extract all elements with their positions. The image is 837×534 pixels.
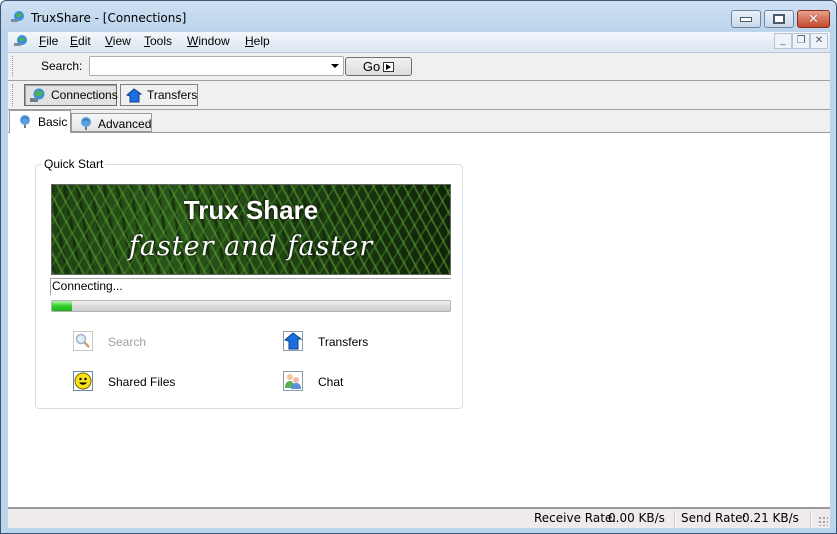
- banner-image: Trux Share faster and faster: [51, 184, 451, 275]
- quick-start-title: Quick Start: [42, 157, 106, 171]
- connection-progress-bar: [51, 300, 451, 312]
- progress-fill: [52, 301, 72, 311]
- search-combobox[interactable]: [89, 56, 344, 76]
- quick-search-action[interactable]: Search: [73, 331, 213, 353]
- send-rate-value: 0.21 KB/s: [742, 511, 799, 525]
- menu-bar: File Edit View Tools Window Help _ ❐ ✕: [8, 32, 830, 53]
- menu-file-rest: ile: [46, 34, 59, 48]
- window-title: TruxShare - [Connections]: [31, 11, 187, 25]
- connection-status: Connecting...: [50, 278, 451, 295]
- search-label: Search:: [41, 59, 83, 73]
- banner-subtitle: faster and faster: [128, 231, 374, 262]
- menu-view-rest: iew: [112, 34, 131, 48]
- tab-basic[interactable]: Basic: [9, 110, 71, 133]
- restore-icon: ❐: [796, 35, 806, 46]
- menu-help[interactable]: Help: [245, 34, 270, 48]
- network-globe-icon: [20, 115, 30, 128]
- status-bar: Receive Rate: 0.00 KB/s Send Rate: 0.21 …: [8, 507, 830, 528]
- mdi-close-button[interactable]: ✕: [810, 33, 828, 49]
- close-icon: ✕: [814, 35, 824, 46]
- globe-connections-icon: [30, 88, 45, 102]
- globe-app-icon: [11, 11, 24, 22]
- tab-advanced[interactable]: Advanced: [71, 113, 152, 132]
- minimize-button[interactable]: [731, 10, 761, 28]
- chat-users-icon: [283, 371, 303, 391]
- toolbar-grip[interactable]: [12, 56, 16, 77]
- maximize-icon: [773, 14, 785, 24]
- status-separator: [674, 511, 676, 527]
- menu-file[interactable]: File: [39, 34, 58, 48]
- quick-transfers-label: Transfers: [318, 335, 369, 349]
- quick-chat-action[interactable]: Chat: [283, 371, 423, 393]
- go-button[interactable]: Go: [345, 57, 412, 76]
- tab-advanced-label: Advanced: [98, 117, 152, 131]
- connections-button[interactable]: Connections: [24, 84, 118, 106]
- menu-view[interactable]: View: [105, 34, 131, 48]
- mdi-restore-button[interactable]: ❐: [792, 33, 810, 49]
- quick-start-group: Quick Start Trux Share faster and faster…: [35, 157, 463, 409]
- network-globe-icon: [81, 117, 91, 130]
- transfers-arrow-icon: [283, 331, 303, 351]
- quick-search-label: Search: [108, 335, 147, 349]
- transfers-button[interactable]: Transfers: [120, 84, 198, 106]
- title-bar[interactable]: TruxShare - [Connections] ✕: [1, 1, 836, 32]
- search-input[interactable]: [92, 58, 321, 76]
- receive-rate-label: Receive Rate:: [534, 511, 617, 525]
- play-arrow-icon: [383, 62, 395, 72]
- quick-chat-label: Chat: [318, 375, 344, 389]
- client-area: File Edit View Tools Window Help _ ❐ ✕ S…: [8, 32, 830, 528]
- status-separator: [810, 511, 812, 527]
- send-rate-label: Send Rate:: [681, 511, 747, 525]
- search-toolbar: Search: Go: [8, 53, 830, 81]
- close-icon: ✕: [808, 11, 819, 27]
- tab-basic-label: Basic: [38, 115, 68, 129]
- menu-help-rest: elp: [253, 34, 270, 48]
- smiley-icon: [73, 371, 93, 391]
- banner-title: Trux Share: [183, 195, 319, 225]
- quick-shared-files-action[interactable]: Shared Files: [73, 371, 213, 393]
- menu-tools[interactable]: Tools: [144, 34, 172, 48]
- quick-transfers-action[interactable]: Transfers: [283, 331, 423, 353]
- transfers-label: Transfers: [147, 88, 198, 102]
- menu-edit[interactable]: Edit: [70, 34, 91, 48]
- tab-strip: Basic Advanced: [8, 110, 830, 133]
- transfers-arrow-icon: [126, 88, 142, 103]
- basic-tab-panel: Quick Start Trux Share faster and faster…: [8, 133, 830, 507]
- search-magnifier-icon: [73, 331, 93, 351]
- globe-app-icon: [14, 35, 27, 46]
- receive-rate-value: 0.00 KB/s: [608, 511, 665, 525]
- app-window: TruxShare - [Connections] ✕ File Edit Vi…: [0, 0, 837, 534]
- toolbar-grip[interactable]: [12, 84, 16, 106]
- mdi-minimize-button[interactable]: _: [774, 33, 792, 49]
- maximize-button[interactable]: [764, 10, 794, 28]
- quick-shared-files-label: Shared Files: [108, 375, 176, 389]
- minimize-icon: _: [780, 35, 786, 46]
- menu-edit-rest: dit: [78, 34, 91, 48]
- go-label: Go: [362, 59, 381, 74]
- close-button[interactable]: ✕: [797, 10, 830, 28]
- resize-grip[interactable]: [818, 516, 828, 526]
- minimize-icon: [740, 16, 752, 22]
- menu-window[interactable]: Window: [187, 34, 230, 48]
- connections-label: Connections: [51, 88, 118, 102]
- chevron-down-icon[interactable]: [331, 64, 339, 68]
- menu-window-rest: indow: [198, 34, 230, 48]
- view-toolbar: Connections Transfers: [8, 81, 830, 110]
- menu-tools-rest: ools: [150, 34, 173, 48]
